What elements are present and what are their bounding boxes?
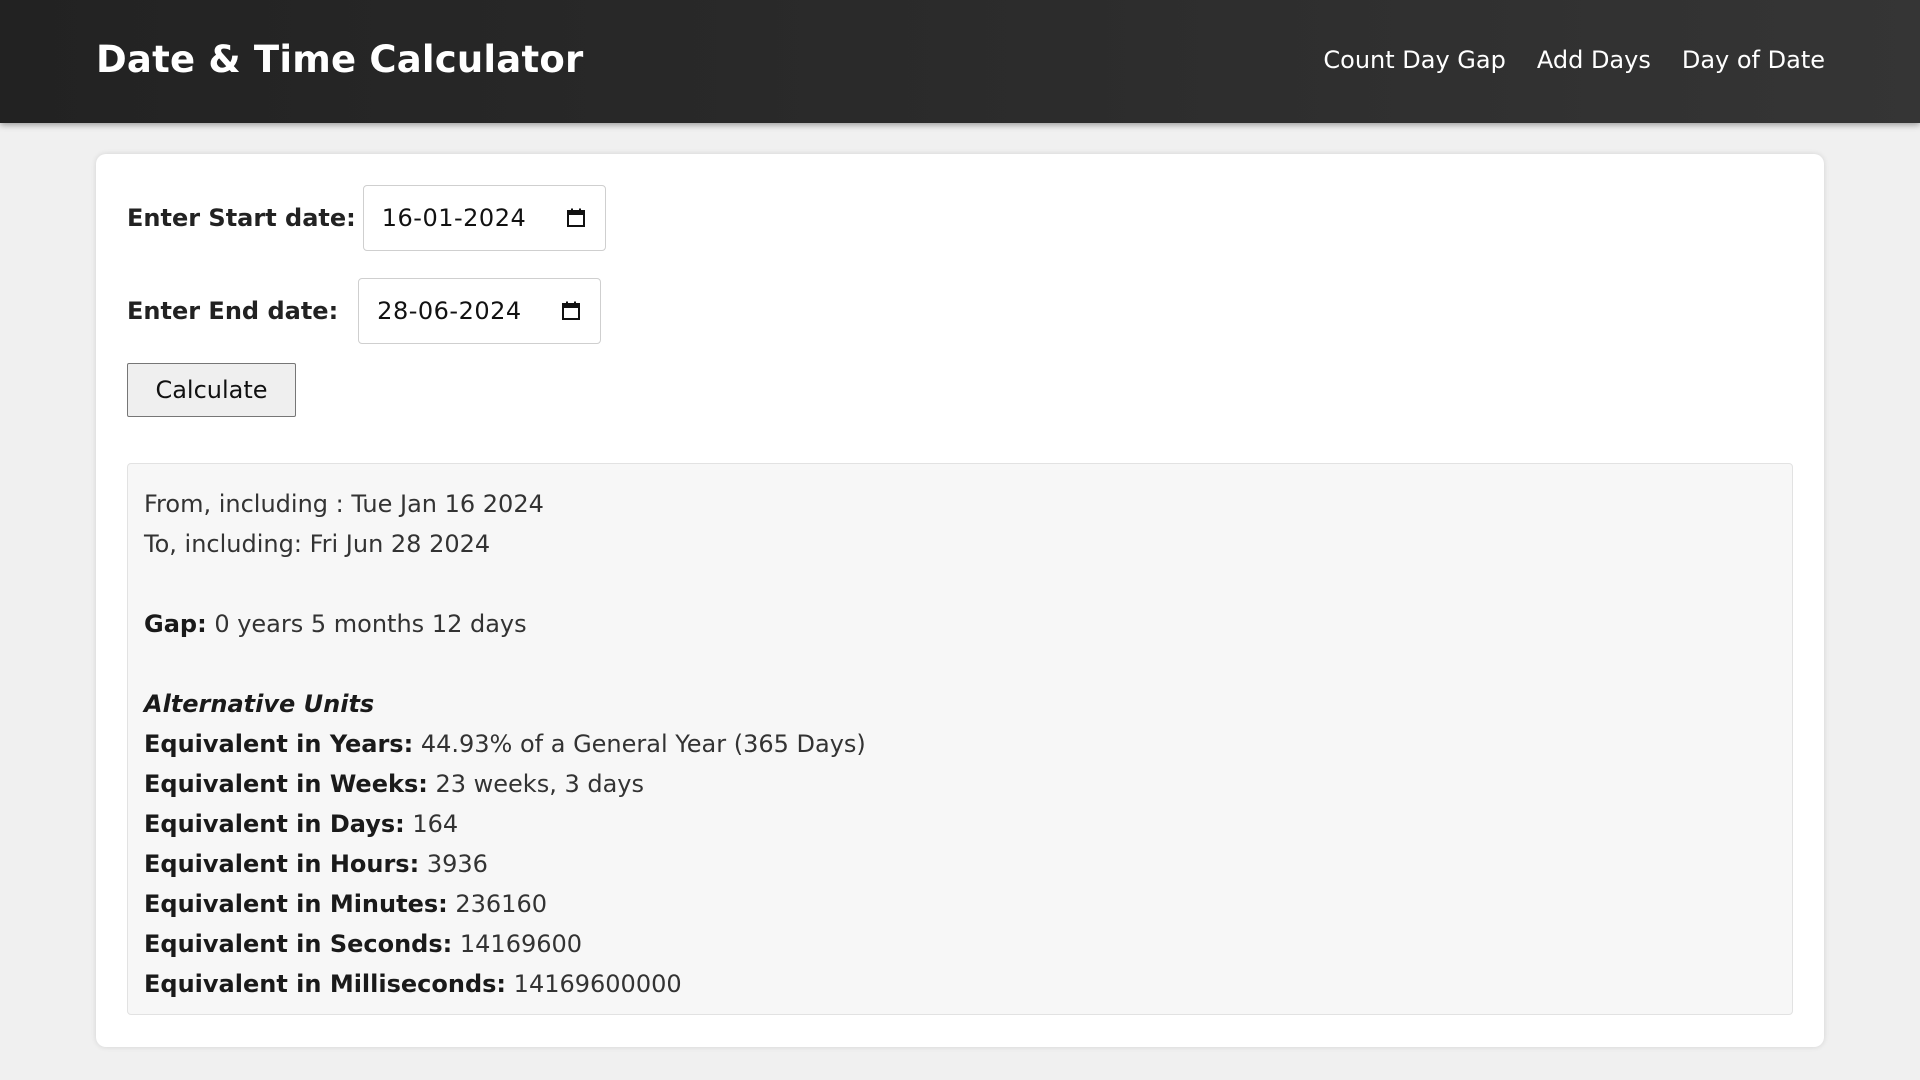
unit-label: Equivalent in Hours: (144, 850, 420, 878)
to-label: To, including: (144, 530, 302, 558)
gap-label: Gap: (144, 610, 207, 638)
results-panel: From, including : Tue Jan 16 2024 To, in… (127, 463, 1793, 1015)
unit-value: 14169600000 (513, 970, 682, 998)
start-date-row: Enter Start date: 16-01-2024 (127, 185, 606, 251)
unit-hours: Equivalent in Hours: 3936 (144, 844, 1776, 884)
to-line: To, including: Fri Jun 28 2024 (144, 524, 1776, 564)
nav-link-add-days[interactable]: Add Days (1537, 46, 1651, 74)
unit-value: 164 (412, 810, 459, 838)
main-nav: Count Day Gap Add Days Day of Date (1323, 46, 1825, 74)
unit-value: 3936 (426, 850, 488, 878)
from-value: Tue Jan 16 2024 (351, 490, 544, 518)
unit-value: 23 weeks, 3 days (435, 770, 645, 798)
unit-label: Equivalent in Years: (144, 730, 414, 758)
end-date-label: Enter End date: (127, 297, 339, 325)
unit-label: Equivalent in Milliseconds: (144, 970, 507, 998)
start-date-value: 16-01-2024 (381, 204, 527, 232)
start-date-input[interactable]: 16-01-2024 (362, 185, 606, 251)
nav-link-count-day-gap[interactable]: Count Day Gap (1323, 46, 1505, 74)
to-value: Fri Jun 28 2024 (309, 530, 491, 558)
unit-weeks: Equivalent in Weeks: 23 weeks, 3 days (144, 764, 1776, 804)
end-date-value: 28-06-2024 (377, 297, 522, 325)
calculate-button[interactable]: Calculate (127, 363, 296, 417)
unit-value: 14169600 (459, 930, 583, 958)
unit-label: Equivalent in Minutes: (144, 890, 448, 918)
unit-label: Equivalent in Days: (144, 810, 405, 838)
end-date-input[interactable]: 28-06-2024 (358, 278, 602, 344)
app-header: Date & Time Calculator Count Day Gap Add… (0, 0, 1920, 123)
unit-value: 44.93% of a General Year (365 Days) (420, 730, 866, 758)
from-label: From, including : (144, 490, 344, 518)
unit-label: Equivalent in Seconds: (144, 930, 453, 958)
from-line: From, including : Tue Jan 16 2024 (144, 484, 1776, 524)
nav-link-day-of-date[interactable]: Day of Date (1682, 46, 1825, 74)
unit-days: Equivalent in Days: 164 (144, 804, 1776, 844)
unit-milliseconds: Equivalent in Milliseconds: 14169600000 (144, 964, 1776, 1004)
calendar-icon[interactable] (565, 207, 587, 229)
unit-minutes: Equivalent in Minutes: 236160 (144, 884, 1776, 924)
unit-label: Equivalent in Weeks: (144, 770, 428, 798)
unit-years: Equivalent in Years: 44.93% of a General… (144, 724, 1776, 764)
calendar-icon[interactable] (560, 300, 582, 322)
alternative-units-heading: Alternative Units (144, 690, 375, 718)
gap-line: Gap: 0 years 5 months 12 days (144, 604, 1776, 644)
app-title: Date & Time Calculator (96, 38, 584, 81)
start-date-label: Enter Start date: (127, 204, 356, 232)
calculator-card: Enter Start date: 16-01-2024 Enter End d… (96, 154, 1824, 1047)
unit-seconds: Equivalent in Seconds: 14169600 (144, 924, 1776, 964)
end-date-row: Enter End date: 28-06-2024 (127, 278, 602, 344)
unit-value: 236160 (455, 890, 547, 918)
gap-value: 0 years 5 months 12 days (214, 610, 527, 638)
